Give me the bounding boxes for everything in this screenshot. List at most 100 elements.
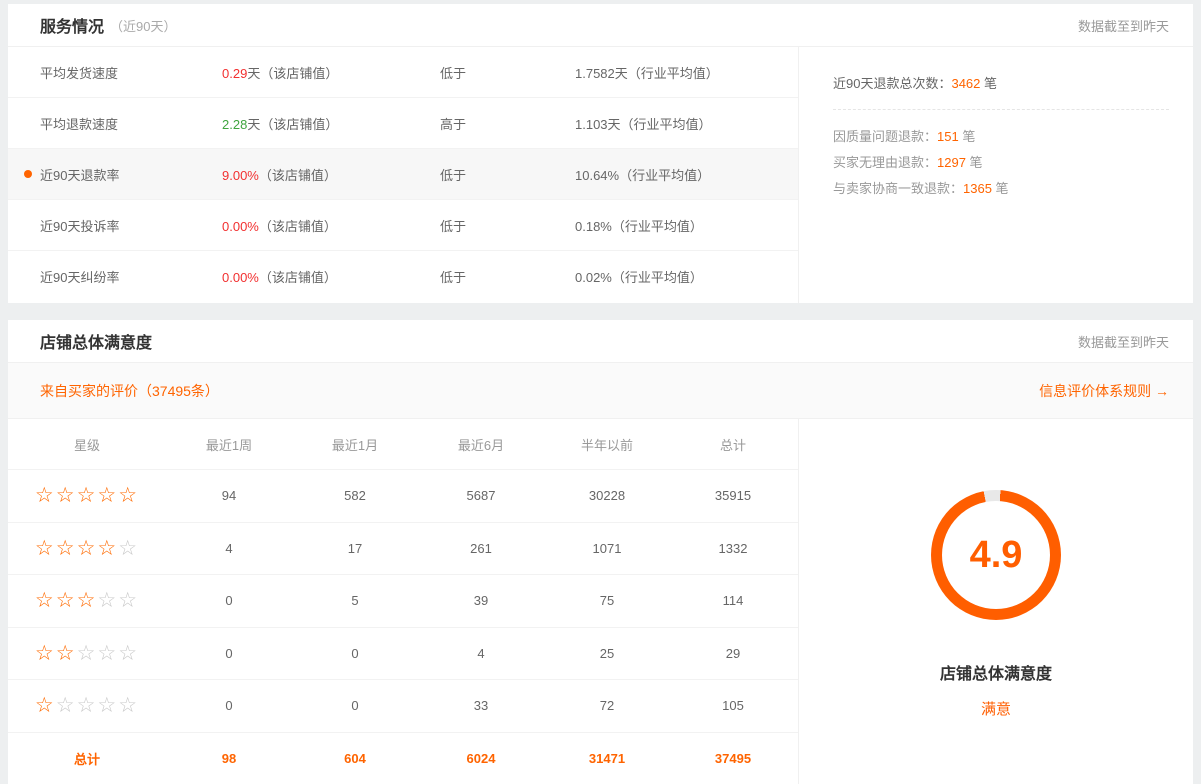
rating-count-cell: 75: [544, 593, 670, 608]
metric-industry-value: 0.18%（行业平均值）: [575, 216, 798, 235]
star-icon: ☆: [56, 642, 77, 665]
rating-count-cell: 0: [292, 646, 418, 661]
refund-item: 买家无理由退款：1297 笔: [833, 150, 1169, 176]
rating-row: ☆☆☆☆☆ 0042529: [8, 628, 798, 681]
satisfaction-header: 店铺总体满意度 数据截至到昨天: [8, 320, 1193, 363]
refund-item-label: 因质量问题退款：: [833, 129, 937, 144]
reviews-sub-bar: 来自买家的评价（37495条） 信息评价体系规则 →: [8, 363, 1193, 419]
score-value: 4.9: [970, 534, 1023, 577]
metric-shop-value: 2.28天（该店铺值）: [222, 114, 440, 133]
star-icon: ☆: [35, 642, 56, 665]
metric-shop-value: 0.00%（该店铺值）: [222, 216, 440, 235]
page: 服务情况 （近90天） 数据截至到昨天 平均发货速度 0.29天（该店铺值） 低…: [0, 0, 1201, 784]
service-row: 平均退款速度 2.28天（该店铺值） 高于 1.103天（行业平均值）: [8, 98, 798, 149]
star-icon: ☆: [97, 484, 118, 507]
score-ring-inner: 4.9: [942, 501, 1050, 609]
rating-count-cell: 261: [418, 541, 544, 556]
metric-number: 2.28: [222, 117, 247, 132]
star-rating: ☆☆☆☆☆: [8, 588, 166, 613]
star-icon: ☆: [118, 537, 139, 560]
service-row: 近90天退款率 9.00%（该店铺值） 低于 10.64%（行业平均值）: [8, 149, 798, 200]
rating-count-cell: 94: [166, 488, 292, 503]
refund-total-value: 3462: [951, 76, 980, 91]
star-icon: ☆: [118, 642, 139, 665]
star-icon: ☆: [97, 694, 118, 717]
refund-item-label: 与卖家协商一致退款：: [833, 181, 963, 196]
service-body: 平均发货速度 0.29天（该店铺值） 低于 1.7582天（行业平均值） 平均退…: [8, 47, 1193, 303]
metric-unit: （该店铺值）: [259, 219, 337, 234]
refund-total-label: 近90天退款总次数：: [833, 76, 951, 91]
rating-count-cell: 30228: [544, 488, 670, 503]
star-icon: ☆: [118, 694, 139, 717]
refund-item-label: 买家无理由退款：: [833, 155, 937, 170]
rating-count-cell: 35915: [670, 488, 796, 503]
star-rating: ☆☆☆☆☆: [8, 693, 166, 718]
rating-count-cell: 114: [670, 593, 796, 608]
refund-items: 因质量问题退款：151 笔 买家无理由退款：1297 笔 与卖家协商一致退款：1…: [833, 124, 1169, 202]
rating-column-header: 最近1月: [292, 435, 418, 454]
service-metrics-table: 平均发货速度 0.29天（该店铺值） 低于 1.7582天（行业平均值） 平均退…: [8, 47, 798, 303]
star-icon: ☆: [56, 589, 77, 612]
metric-industry-value: 1.103天（行业平均值）: [575, 114, 798, 133]
rating-count-cell: 29: [670, 646, 796, 661]
metric-label: 平均发货速度: [40, 63, 222, 82]
rating-count-cell: 4: [166, 541, 292, 556]
rating-count-cell: 0: [292, 698, 418, 713]
star-icon: ☆: [35, 484, 56, 507]
service-panel: 服务情况 （近90天） 数据截至到昨天 平均发货速度 0.29天（该店铺值） 低…: [8, 4, 1193, 303]
rating-count-cell: 0: [166, 593, 292, 608]
refund-item-unit: 笔: [966, 155, 983, 170]
score-status: 满意: [981, 698, 1011, 719]
metric-unit: 天（该店铺值）: [247, 66, 338, 81]
star-icon: ☆: [77, 589, 98, 612]
score-label: 店铺总体满意度: [940, 660, 1052, 684]
rating-row: ☆☆☆☆☆ 053975114: [8, 575, 798, 628]
rating-count-cell: 72: [544, 698, 670, 713]
buyer-reviews-count: 来自买家的评价（37495条）: [40, 381, 219, 401]
service-header: 服务情况 （近90天） 数据截至到昨天: [8, 4, 1193, 47]
metric-shop-value: 0.00%（该店铺值）: [222, 267, 440, 286]
star-icon: ☆: [77, 537, 98, 560]
metric-unit: 天（该店铺值）: [247, 117, 338, 132]
metric-label: 近90天投诉率: [40, 216, 222, 235]
rating-count-cell: 5: [292, 593, 418, 608]
rating-count-cell: 105: [670, 698, 796, 713]
satisfaction-data-note: 数据截至到昨天: [1078, 332, 1169, 351]
rating-count-cell: 31471: [544, 751, 670, 766]
rating-count-cell: 98: [166, 751, 292, 766]
star-icon: ☆: [35, 537, 56, 560]
metric-industry-value: 1.7582天（行业平均值）: [575, 63, 798, 82]
refund-item-value: 1365: [963, 181, 992, 196]
rating-row: ☆☆☆☆☆ 9458256873022835915: [8, 470, 798, 523]
metric-label: 近90天纠纷率: [40, 267, 222, 286]
metric-number: 0.00%: [222, 219, 259, 234]
rating-row: ☆☆☆☆☆ 41726110711332: [8, 523, 798, 576]
metric-comparator: 低于: [440, 63, 575, 82]
satisfaction-body: 星级最近1周最近1月最近6月半年以前总计 ☆☆☆☆☆ 9458256873022…: [8, 419, 1193, 784]
metric-number: 0.00%: [222, 270, 259, 285]
service-subtitle: （近90天）: [110, 16, 176, 35]
refund-item: 因质量问题退款：151 笔: [833, 124, 1169, 150]
rating-column-header: 最近6月: [418, 435, 544, 454]
rating-count-cell: 604: [292, 751, 418, 766]
satisfaction-title: 店铺总体满意度: [40, 329, 152, 353]
rating-row: ☆☆☆☆☆ 003372105: [8, 680, 798, 733]
star-icon: ☆: [97, 537, 118, 560]
rating-table: 星级最近1周最近1月最近6月半年以前总计 ☆☆☆☆☆ 9458256873022…: [8, 419, 798, 784]
refund-item-unit: 笔: [992, 181, 1009, 196]
refund-item: 与卖家协商一致退款：1365 笔: [833, 176, 1169, 202]
rating-count-cell: 1332: [670, 541, 796, 556]
star-icon: ☆: [56, 484, 77, 507]
star-icon: ☆: [118, 589, 139, 612]
rating-table-header: 星级最近1周最近1月最近6月半年以前总计: [8, 419, 798, 470]
metric-comparator: 高于: [440, 114, 575, 133]
refund-item-unit: 笔: [959, 129, 976, 144]
refund-total-unit: 笔: [980, 76, 997, 91]
star-icon: ☆: [97, 642, 118, 665]
satisfaction-panel: 店铺总体满意度 数据截至到昨天 来自买家的评价（37495条） 信息评价体系规则…: [8, 320, 1193, 784]
rating-count-cell: 582: [292, 488, 418, 503]
metric-comparator: 低于: [440, 267, 575, 286]
rating-rules-link[interactable]: 信息评价体系规则 →: [1039, 381, 1169, 401]
star-rating: ☆☆☆☆☆: [8, 483, 166, 508]
metric-label: 近90天退款率: [40, 165, 222, 184]
